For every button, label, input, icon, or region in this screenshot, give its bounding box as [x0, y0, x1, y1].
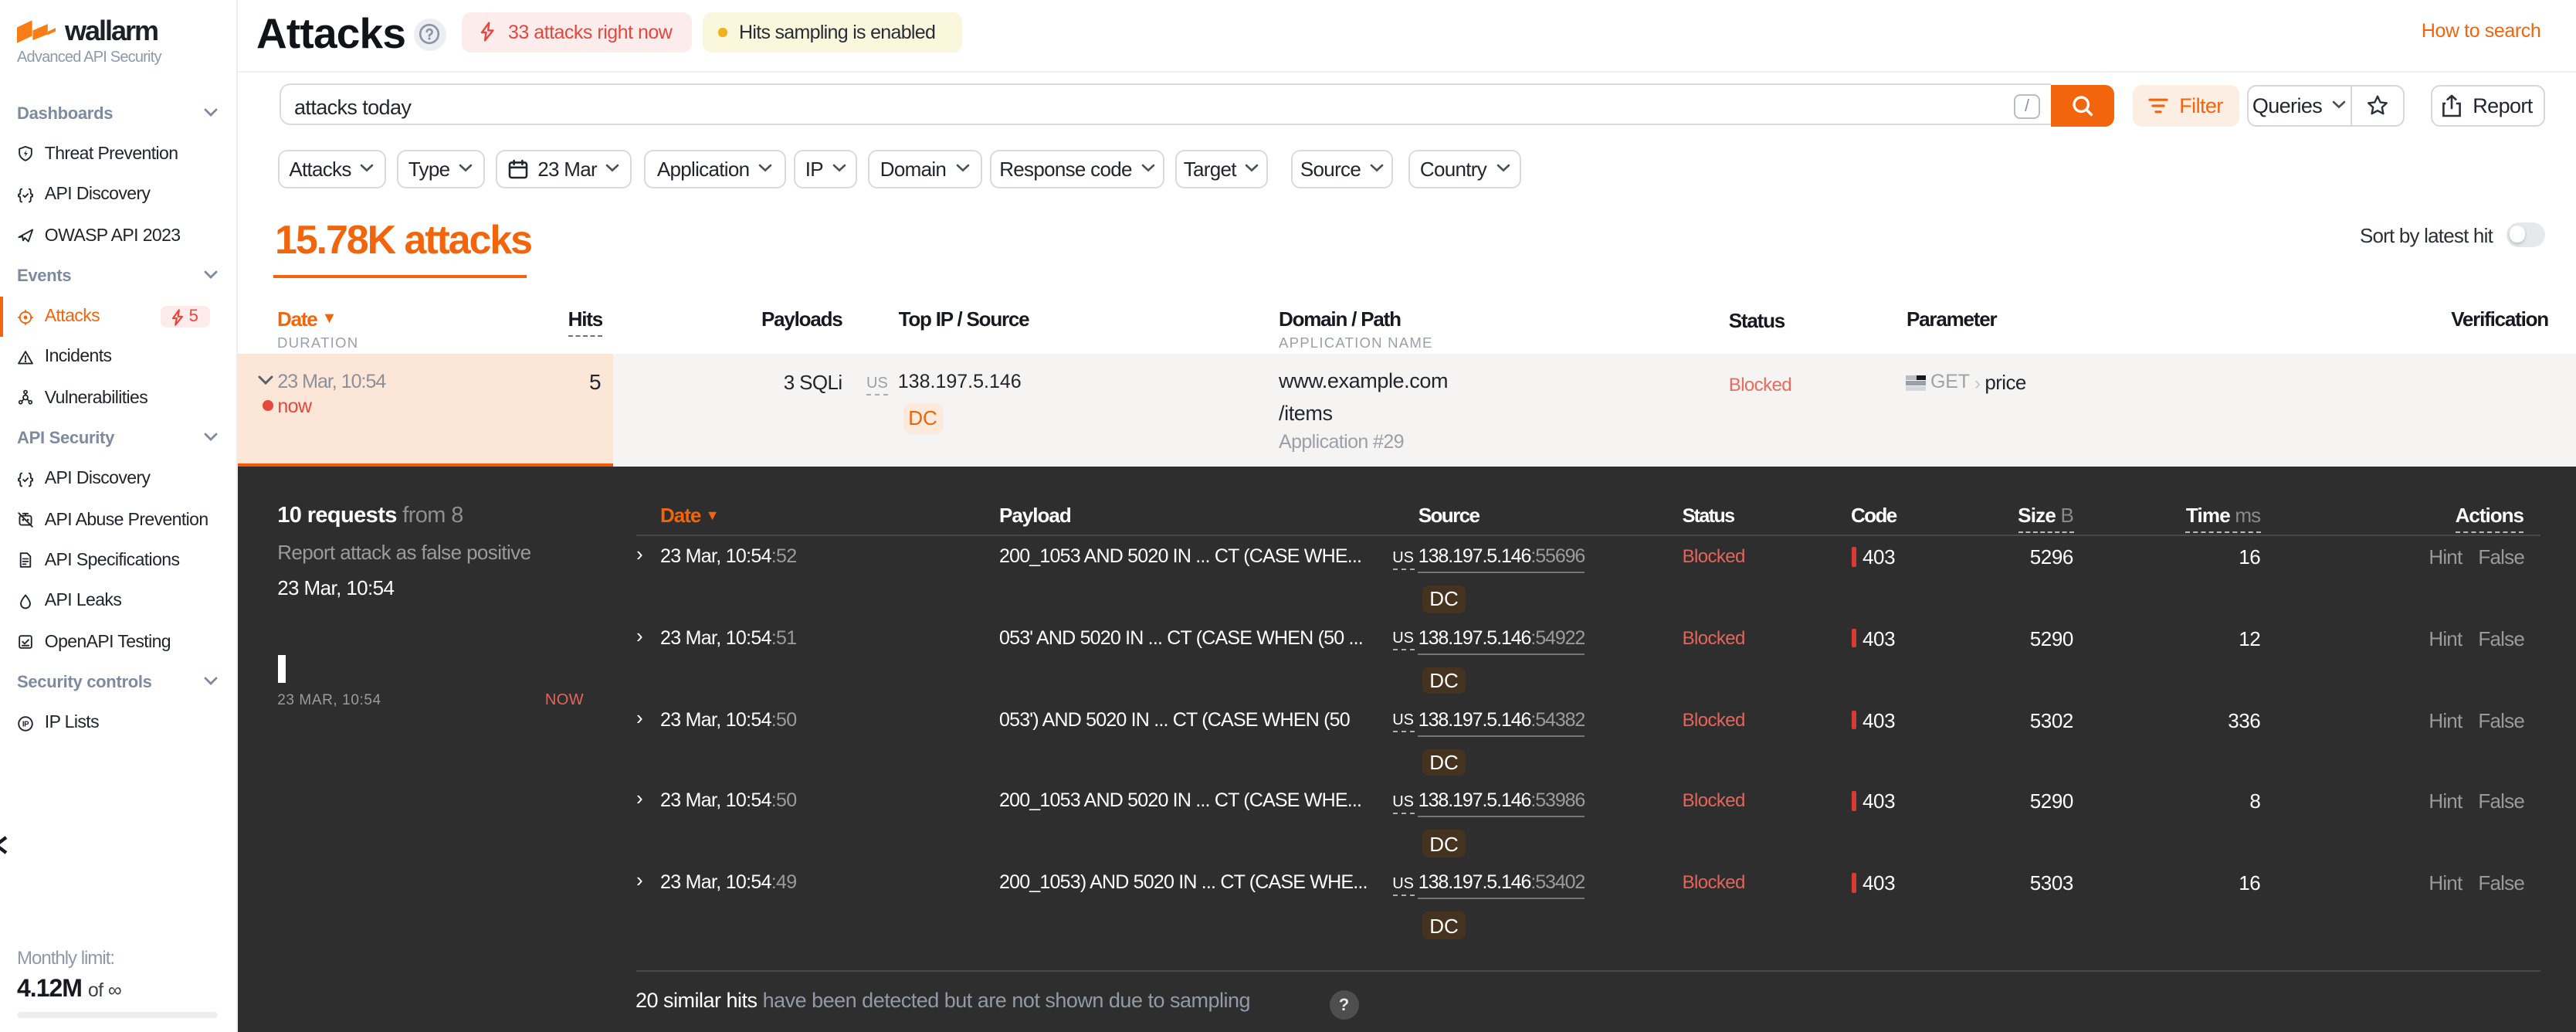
svg-text:IP: IP	[23, 720, 30, 728]
